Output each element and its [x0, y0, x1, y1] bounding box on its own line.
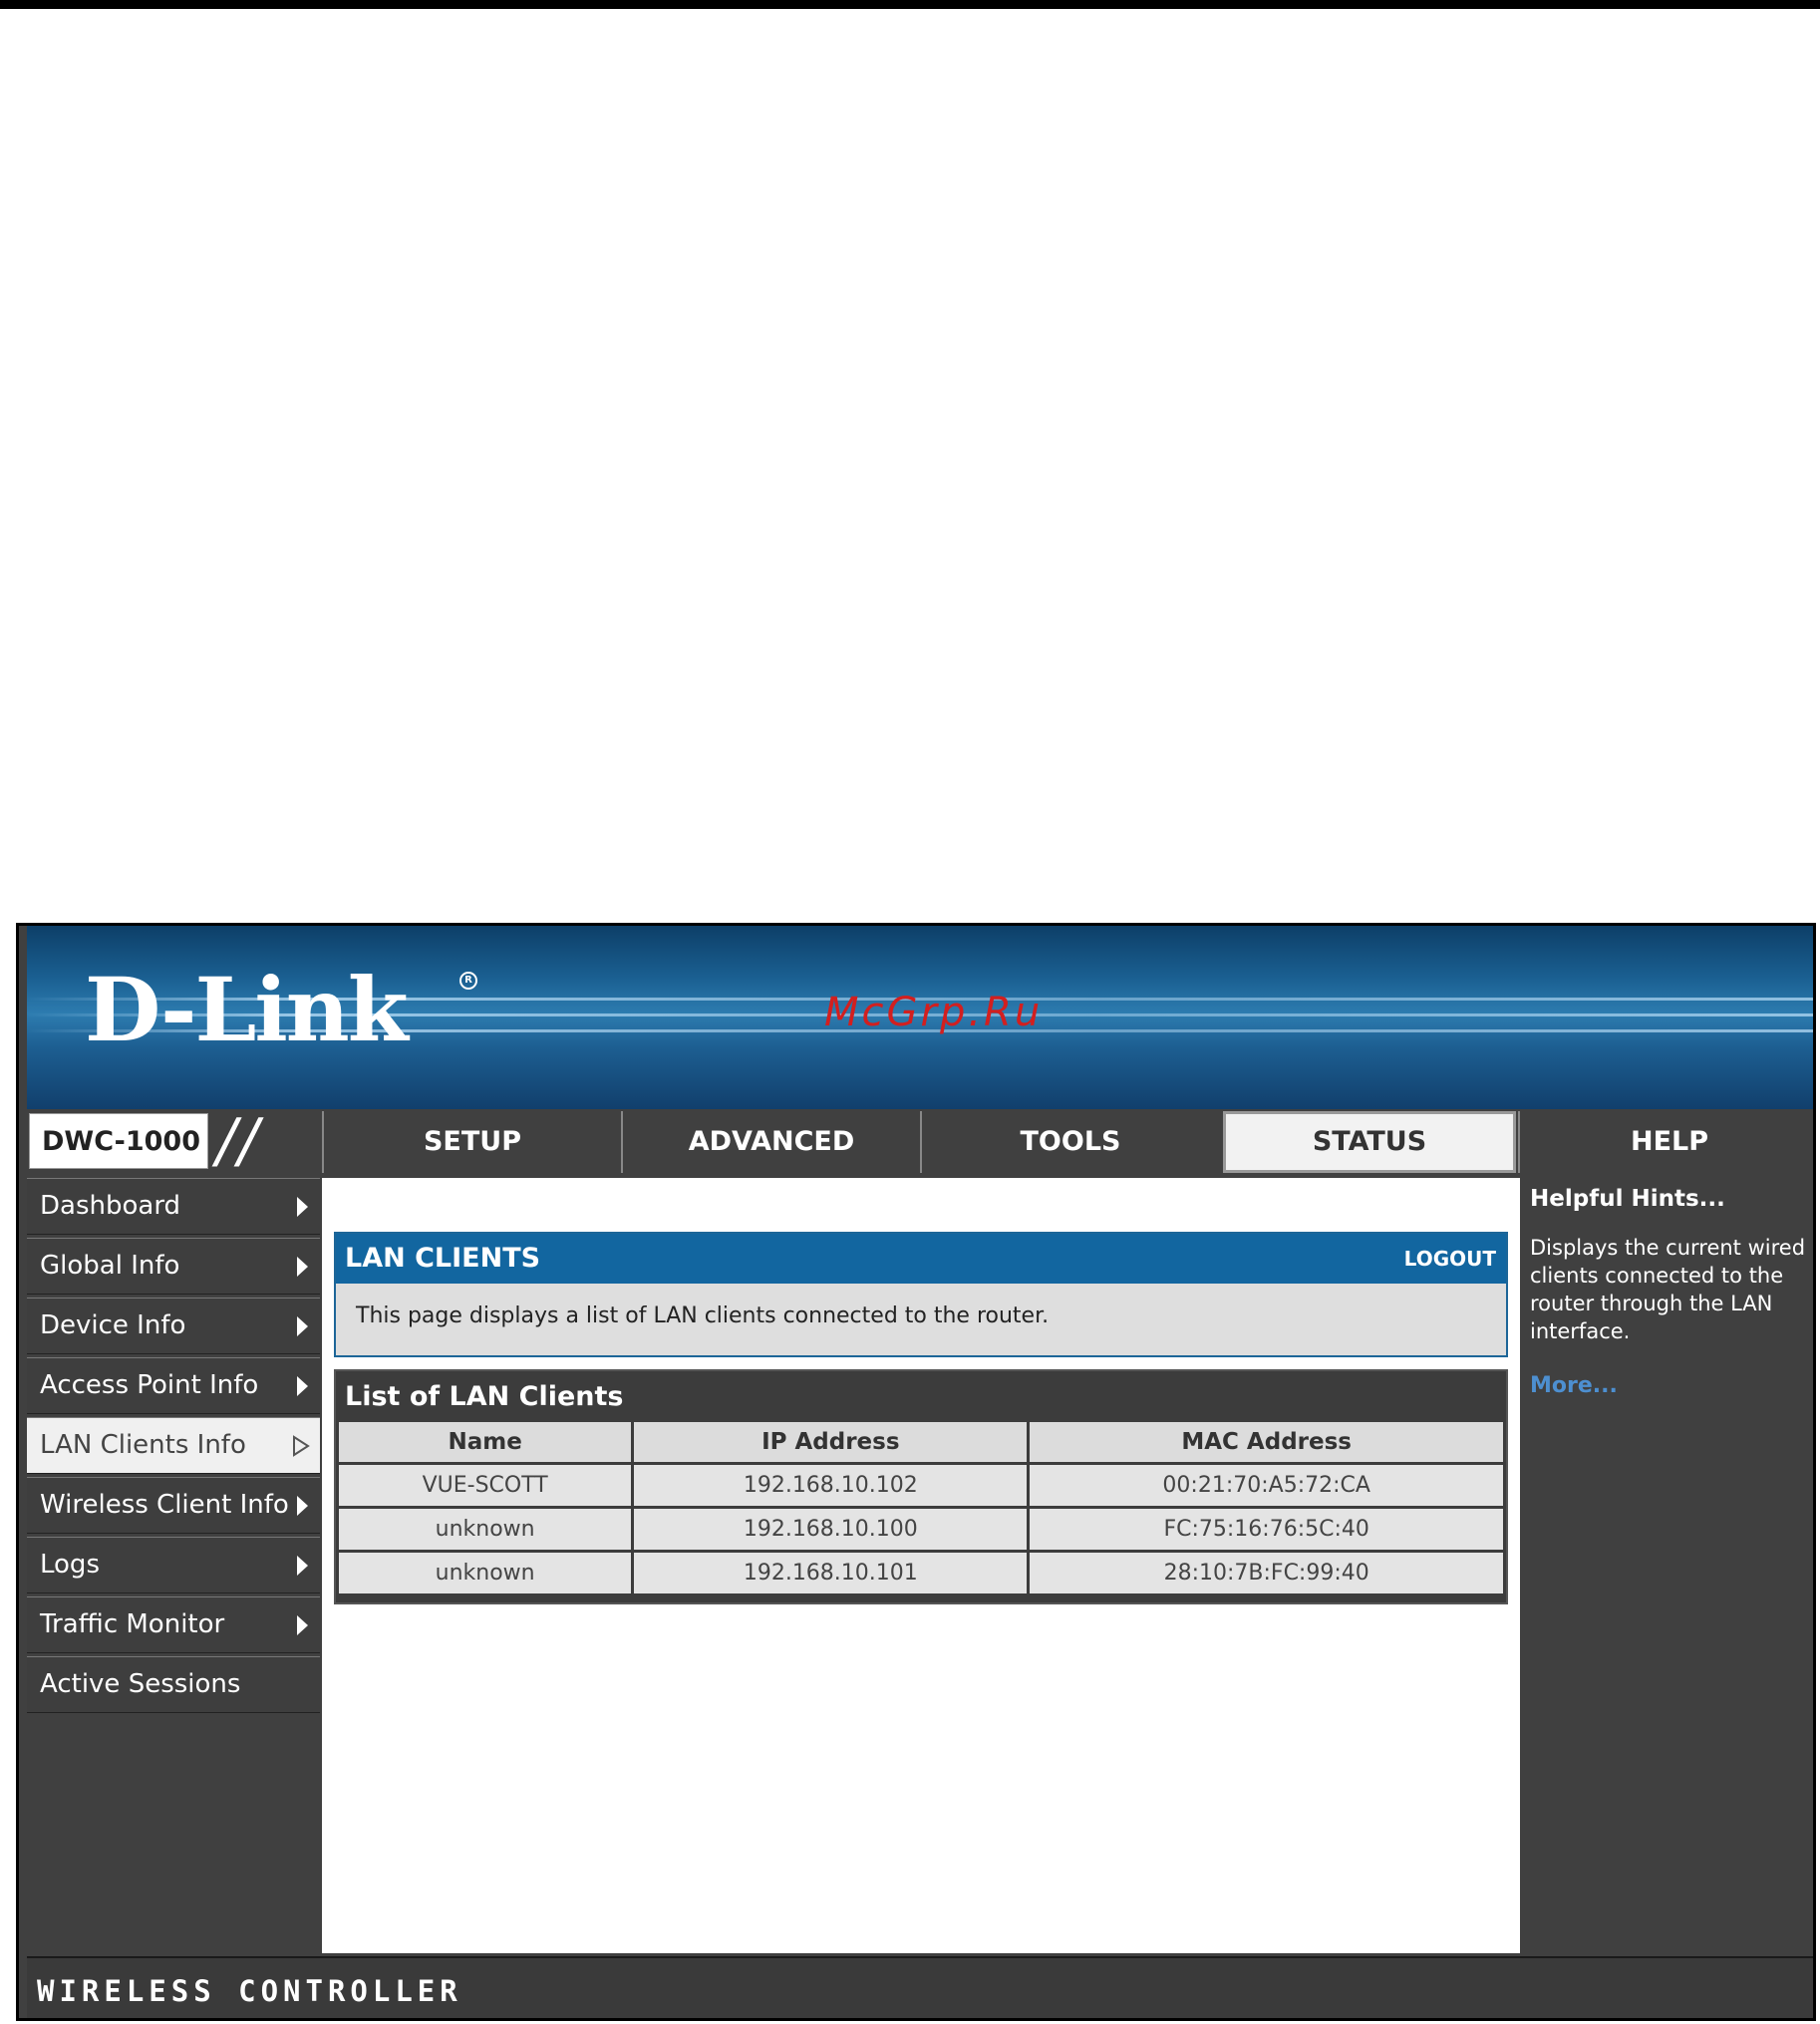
router-admin-window: D-Link R McGrp.Ru DWC-1000 / / SETUP ADV…: [16, 923, 1816, 2021]
top-rule: [0, 0, 1820, 9]
panel-header: LAN CLIENTS LOGOUT: [336, 1234, 1506, 1284]
sidebar-item-label: Traffic Monitor: [40, 1609, 225, 1639]
arrow-right-icon: [297, 1556, 308, 1576]
tab-help[interactable]: HELP: [1518, 1111, 1813, 1173]
section-title: LAN CLIENTS: [345, 1243, 541, 1274]
cell-mac-address: FC:75:16:76:5C:40: [1030, 1509, 1503, 1550]
lan-clients-list-panel: List of LAN Clients Name IP Address MAC …: [334, 1369, 1508, 1604]
sidebar-item-label: Logs: [40, 1550, 100, 1580]
lan-clients-panel: LAN CLIENTS LOGOUT This page displays a …: [334, 1232, 1508, 1357]
header-banner: D-Link R McGrp.Ru: [27, 926, 1813, 1109]
sidebar-item-traffic-monitor[interactable]: Traffic Monitor: [27, 1596, 320, 1653]
main-content: LAN CLIENTS LOGOUT This page displays a …: [322, 1178, 1520, 1953]
model-label: DWC-1000: [29, 1113, 208, 1169]
logout-link[interactable]: LOGOUT: [1404, 1234, 1496, 1284]
sidebar-item-label: LAN Clients Info: [40, 1430, 246, 1460]
column-header-ip-address: IP Address: [634, 1422, 1028, 1462]
sidebar-item-lan-clients-info[interactable]: LAN Clients Info: [27, 1417, 320, 1474]
cell-ip-address: 192.168.10.102: [634, 1465, 1028, 1506]
tab-advanced[interactable]: ADVANCED: [621, 1111, 920, 1173]
sidebar-item-logs[interactable]: Logs: [27, 1537, 320, 1593]
arrow-right-icon: [297, 1197, 308, 1217]
cell-name: VUE-SCOTT: [339, 1465, 632, 1506]
cell-mac-address: 28:10:7B:FC:99:40: [1030, 1553, 1503, 1593]
table-row: VUE-SCOTT 192.168.10.102 00:21:70:A5:72:…: [339, 1465, 1503, 1506]
table-header-row: Name IP Address MAC Address: [339, 1422, 1503, 1462]
sidebar-item-label: Wireless Client Info: [40, 1490, 289, 1520]
arrow-right-outline-icon: [293, 1435, 310, 1457]
page-description: This page displays a list of LAN clients…: [356, 1303, 1050, 1328]
more-link[interactable]: More...: [1530, 1373, 1618, 1398]
sidebar-item-access-point-info[interactable]: Access Point Info: [27, 1357, 320, 1414]
table-row: unknown 192.168.10.101 28:10:7B:FC:99:40: [339, 1553, 1503, 1593]
registered-mark-icon: R: [459, 972, 477, 990]
sidebar-item-wireless-client-info[interactable]: Wireless Client Info: [27, 1477, 320, 1534]
sidebar-item-label: Dashboard: [40, 1191, 181, 1221]
cell-ip-address: 192.168.10.100: [634, 1509, 1028, 1550]
tab-status[interactable]: STATUS: [1223, 1111, 1516, 1173]
divider-slash-icon: /: [216, 1106, 237, 1176]
column-header-mac-address: MAC Address: [1030, 1422, 1503, 1462]
sidebar-item-active-sessions[interactable]: Active Sessions: [27, 1656, 320, 1713]
divider-slash-icon: /: [238, 1106, 259, 1176]
arrow-right-icon: [297, 1615, 308, 1635]
arrow-right-icon: [297, 1376, 308, 1396]
tab-tools[interactable]: TOOLS: [920, 1111, 1219, 1173]
hints-text: Displays the current wired clients conne…: [1530, 1236, 1806, 1343]
watermark: McGrp.Ru: [824, 990, 1044, 1035]
table-row: unknown 192.168.10.100 FC:75:16:76:5C:40: [339, 1509, 1503, 1550]
top-nav: DWC-1000 / / SETUP ADVANCED TOOLS STATUS…: [27, 1109, 1813, 1175]
arrow-right-icon: [297, 1316, 308, 1336]
cell-name: unknown: [339, 1553, 632, 1593]
sidebar-item-dashboard[interactable]: Dashboard: [27, 1178, 320, 1235]
sidebar-item-label: Access Point Info: [40, 1370, 259, 1400]
dlink-logo: D-Link: [85, 958, 409, 1061]
sidebar-item-label: Global Info: [40, 1251, 180, 1281]
cell-name: unknown: [339, 1509, 632, 1550]
cell-mac-address: 00:21:70:A5:72:CA: [1030, 1465, 1503, 1506]
list-title: List of LAN Clients: [345, 1381, 624, 1412]
footer-label: WIRELESS CONTROLLER: [27, 1956, 1813, 2018]
lan-clients-table: Name IP Address MAC Address VUE-SCOTT 19…: [336, 1419, 1506, 1596]
sidebar-item-device-info[interactable]: Device Info: [27, 1298, 320, 1354]
arrow-right-icon: [297, 1496, 308, 1516]
sidebar: Dashboard Global Info Device Info Access…: [27, 1178, 320, 1716]
cell-ip-address: 192.168.10.101: [634, 1553, 1028, 1593]
arrow-right-icon: [297, 1257, 308, 1277]
tab-setup[interactable]: SETUP: [322, 1111, 621, 1173]
sidebar-item-global-info[interactable]: Global Info: [27, 1238, 320, 1295]
sidebar-item-label: Device Info: [40, 1310, 186, 1340]
column-header-name: Name: [339, 1422, 632, 1462]
sidebar-item-label: Active Sessions: [40, 1669, 241, 1699]
hints-title: Helpful Hints...: [1530, 1186, 1725, 1212]
